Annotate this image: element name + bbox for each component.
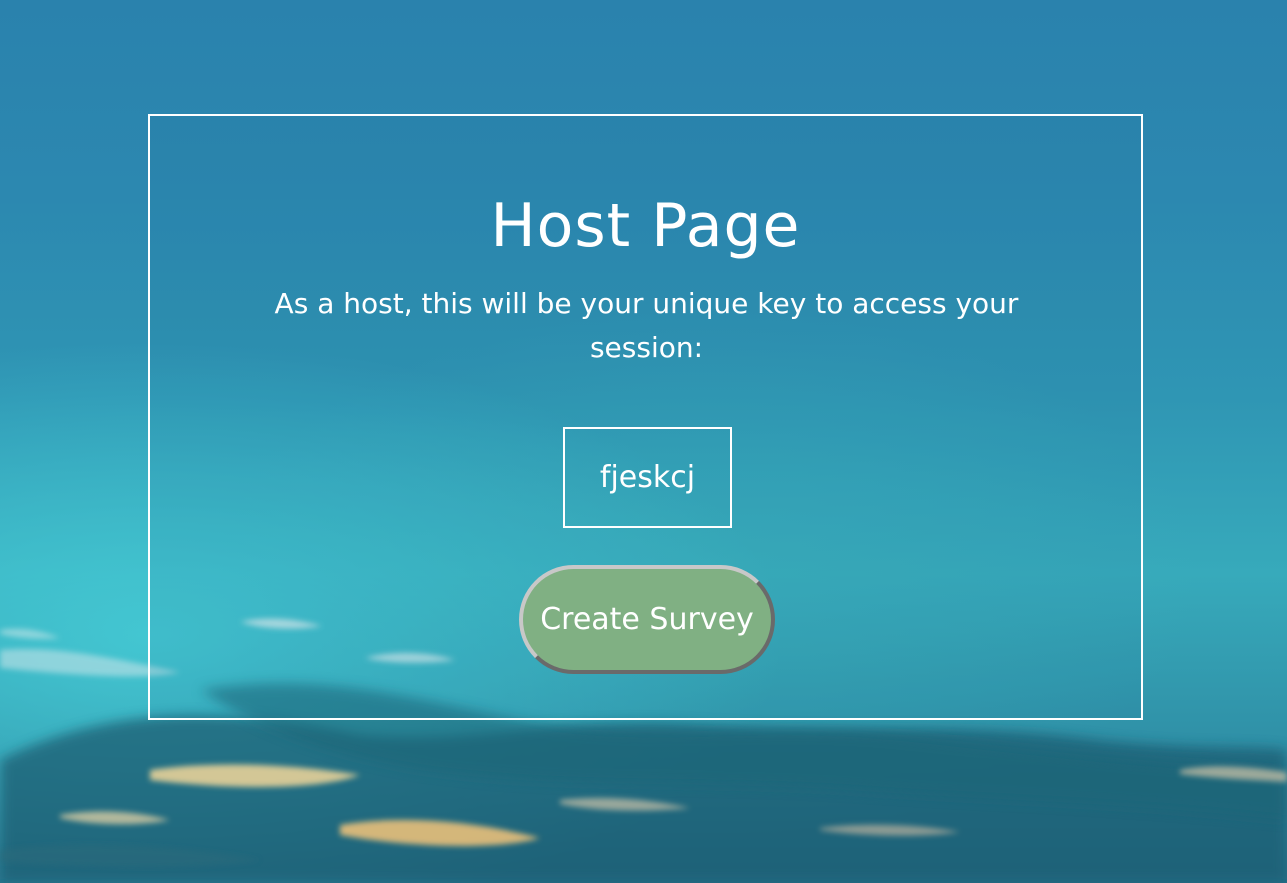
instructions-text: As a host, this will be your unique key … [274, 287, 1019, 364]
session-key-box: fjeskcj [563, 427, 732, 528]
page-title: Host Page [490, 191, 801, 261]
host-panel: Host Page As a host, this will be your u… [148, 114, 1143, 720]
create-survey-button[interactable]: Create Survey [519, 565, 775, 674]
session-key-value: fjeskcj [599, 460, 696, 495]
